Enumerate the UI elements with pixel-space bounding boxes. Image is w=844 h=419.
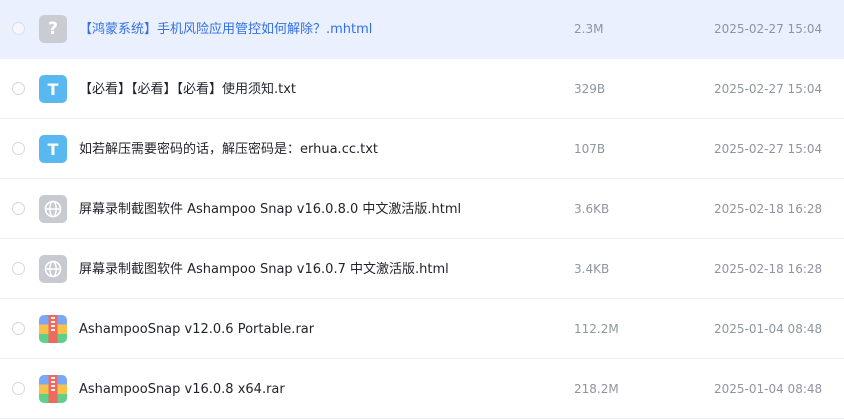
file-size: 329B bbox=[574, 82, 606, 96]
file-size: 107B bbox=[574, 142, 606, 156]
rar-archive-icon bbox=[39, 315, 67, 343]
globe-icon bbox=[44, 200, 62, 218]
unknown-file-icon: ? bbox=[39, 15, 67, 43]
file-date: 2025-01-04 08:48 bbox=[714, 382, 823, 396]
file-list: ? 【鸿蒙系统】手机风险应用管控如何解除？.mhtml 2.3M 2025-02… bbox=[0, 0, 844, 419]
file-date: 2025-02-18 16:28 bbox=[714, 262, 823, 276]
row-checkbox[interactable] bbox=[12, 22, 25, 35]
row-checkbox[interactable] bbox=[12, 322, 25, 335]
file-name[interactable]: 【必看】【必看】【必看】使用须知.txt bbox=[79, 60, 296, 119]
file-size: 3.4KB bbox=[574, 262, 610, 276]
html-file-icon bbox=[39, 195, 67, 223]
file-name[interactable]: 【鸿蒙系统】手机风险应用管控如何解除？.mhtml bbox=[79, 0, 372, 59]
file-row[interactable]: AshampooSnap v12.0.6 Portable.rar 112.2M… bbox=[0, 300, 844, 359]
archive-icon bbox=[39, 375, 67, 403]
file-row[interactable]: T 如若解压需要密码的话，解压密码是：erhua.cc.txt 107B 202… bbox=[0, 120, 844, 179]
file-size: 112.2M bbox=[574, 322, 619, 336]
file-name[interactable]: 屏幕录制截图软件 Ashampoo Snap v16.0.7 中文激活版.htm… bbox=[79, 240, 449, 299]
row-checkbox[interactable] bbox=[12, 382, 25, 395]
row-checkbox[interactable] bbox=[12, 262, 25, 275]
row-checkbox[interactable] bbox=[12, 82, 25, 95]
file-row[interactable]: AshampooSnap v16.0.8 x64.rar 218.2M 2025… bbox=[0, 360, 844, 419]
file-size: 218.2M bbox=[574, 382, 619, 396]
file-date: 2025-01-04 08:48 bbox=[714, 322, 823, 336]
file-date: 2025-02-27 15:04 bbox=[714, 22, 823, 36]
file-date: 2025-02-27 15:04 bbox=[714, 82, 823, 96]
rar-archive-icon bbox=[39, 375, 67, 403]
html-file-icon bbox=[39, 255, 67, 283]
file-date: 2025-02-27 15:04 bbox=[714, 142, 823, 156]
archive-icon bbox=[39, 315, 67, 343]
globe-icon bbox=[44, 260, 62, 278]
file-date: 2025-02-18 16:28 bbox=[714, 202, 823, 216]
file-size: 2.3M bbox=[574, 22, 604, 36]
file-name[interactable]: AshampooSnap v16.0.8 x64.rar bbox=[79, 360, 285, 419]
row-checkbox[interactable] bbox=[12, 142, 25, 155]
file-size: 3.6KB bbox=[574, 202, 610, 216]
file-name[interactable]: AshampooSnap v12.0.6 Portable.rar bbox=[79, 300, 314, 359]
text-file-icon: T bbox=[39, 75, 67, 103]
file-row[interactable]: 屏幕录制截图软件 Ashampoo Snap v16.0.7 中文激活版.htm… bbox=[0, 240, 844, 299]
file-row[interactable]: 屏幕录制截图软件 Ashampoo Snap v16.0.8.0 中文激活版.h… bbox=[0, 180, 844, 239]
file-name[interactable]: 如若解压需要密码的话，解压密码是：erhua.cc.txt bbox=[79, 120, 378, 179]
file-name[interactable]: 屏幕录制截图软件 Ashampoo Snap v16.0.8.0 中文激活版.h… bbox=[79, 180, 461, 239]
text-file-icon: T bbox=[39, 135, 67, 163]
row-checkbox[interactable] bbox=[12, 202, 25, 215]
file-row[interactable]: ? 【鸿蒙系统】手机风险应用管控如何解除？.mhtml 2.3M 2025-02… bbox=[0, 0, 844, 59]
file-row[interactable]: T 【必看】【必看】【必看】使用须知.txt 329B 2025-02-27 1… bbox=[0, 60, 844, 119]
